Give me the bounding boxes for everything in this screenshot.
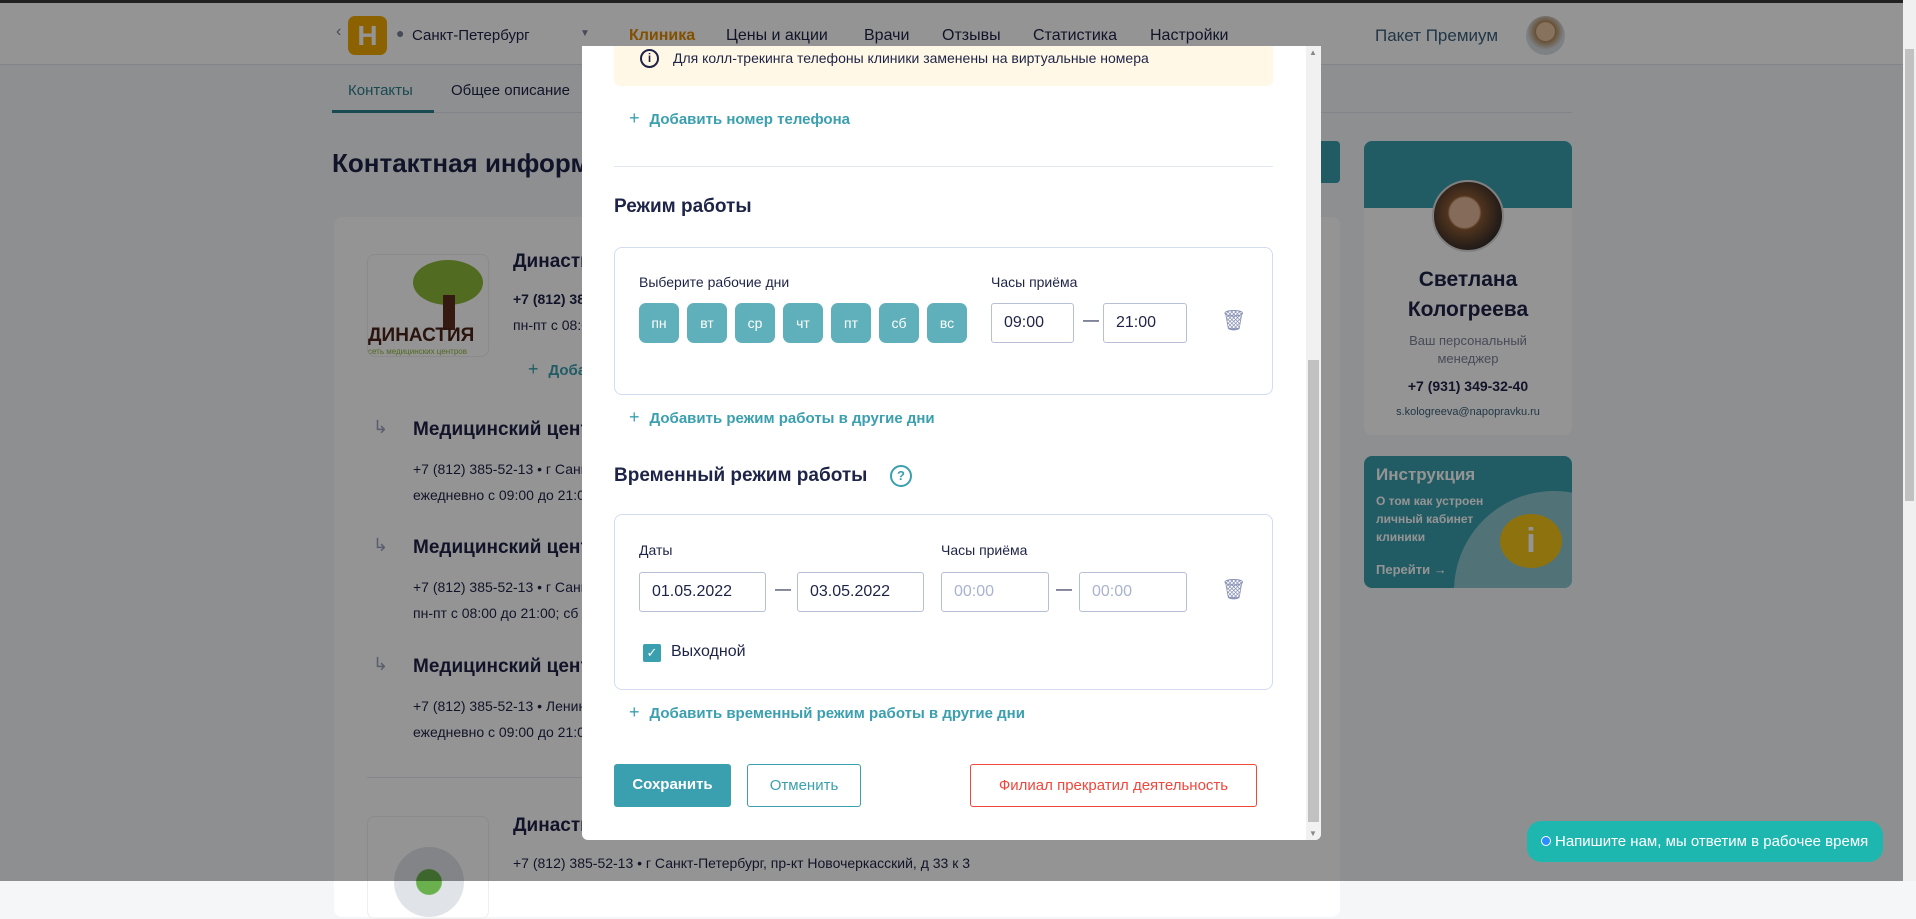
- temp-hours-label: Часы приёма: [941, 542, 1028, 558]
- dash: —: [1083, 312, 1099, 329]
- divider: [614, 166, 1273, 167]
- add-phone-link[interactable]: + Добавить номер телефона: [629, 108, 850, 129]
- schedule-box: Выберите рабочие дни Часы приёма пн вт с…: [614, 247, 1273, 395]
- date-from-input[interactable]: 01.05.2022: [639, 572, 766, 612]
- temp-time-from-input[interactable]: 00:00: [941, 572, 1049, 612]
- page-scrollbar-thumb[interactable]: [1905, 49, 1914, 501]
- day-off-checkbox[interactable]: ✓: [643, 644, 661, 662]
- notice-text: Для колл-трекинга телефоны клиники замен…: [673, 50, 1149, 66]
- cancel-button[interactable]: Отменить: [747, 764, 861, 807]
- temp-time-to-input[interactable]: 00:00: [1079, 572, 1187, 612]
- dash: —: [775, 581, 791, 598]
- add-schedule-link[interactable]: + Добавить режим работы в другие дни: [629, 407, 935, 428]
- day-toggle-thu[interactable]: чт: [783, 303, 823, 343]
- day-toggle-sun[interactable]: вс: [927, 303, 967, 343]
- day-toggle-mon[interactable]: пн: [639, 303, 679, 343]
- day-toggle-fri[interactable]: пт: [831, 303, 871, 343]
- scroll-up-icon[interactable]: ▲: [1309, 48, 1317, 57]
- help-icon[interactable]: ?: [890, 465, 912, 487]
- trash-icon[interactable]: 🗑: [1221, 308, 1246, 333]
- temp-schedule-box: Даты Часы приёма 01.05.2022 — 03.05.2022…: [614, 514, 1273, 690]
- online-dot-icon: [1541, 836, 1551, 846]
- day-toggle-wed[interactable]: ср: [735, 303, 775, 343]
- modal-scrollbar-thumb[interactable]: [1308, 360, 1319, 822]
- time-to-input[interactable]: 21:00: [1103, 303, 1187, 343]
- day-off-label[interactable]: Выходной: [671, 643, 746, 661]
- chat-widget[interactable]: Напишите нам, мы ответим в рабочее время: [1527, 821, 1883, 862]
- dash: —: [1056, 581, 1072, 598]
- date-to-input[interactable]: 03.05.2022: [797, 572, 924, 612]
- branch-closed-button[interactable]: Филиал прекратил деятельность: [970, 764, 1257, 807]
- hours-label: Часы приёма: [991, 274, 1078, 290]
- temp-schedule-title: Временный режим работы: [614, 465, 868, 486]
- save-button[interactable]: Сохранить: [614, 764, 731, 807]
- add-temp-schedule-link[interactable]: + Добавить временный режим работы в други…: [629, 702, 1025, 723]
- day-toggle-tue[interactable]: вт: [687, 303, 727, 343]
- calltracking-notice: i Для колл-трекинга телефоны клиники зам…: [614, 46, 1273, 86]
- info-icon: i: [640, 49, 659, 68]
- scroll-down-icon[interactable]: ▼: [1309, 829, 1317, 838]
- workdays-label: Выберите рабочие дни: [639, 274, 790, 290]
- day-toggle-sat[interactable]: сб: [879, 303, 919, 343]
- schedule-modal: i Для колл-трекинга телефоны клиники зам…: [582, 46, 1321, 840]
- schedule-title: Режим работы: [614, 196, 752, 217]
- time-from-input[interactable]: 09:00: [991, 303, 1074, 343]
- dates-label: Даты: [639, 542, 673, 558]
- trash-icon[interactable]: 🗑: [1221, 577, 1246, 602]
